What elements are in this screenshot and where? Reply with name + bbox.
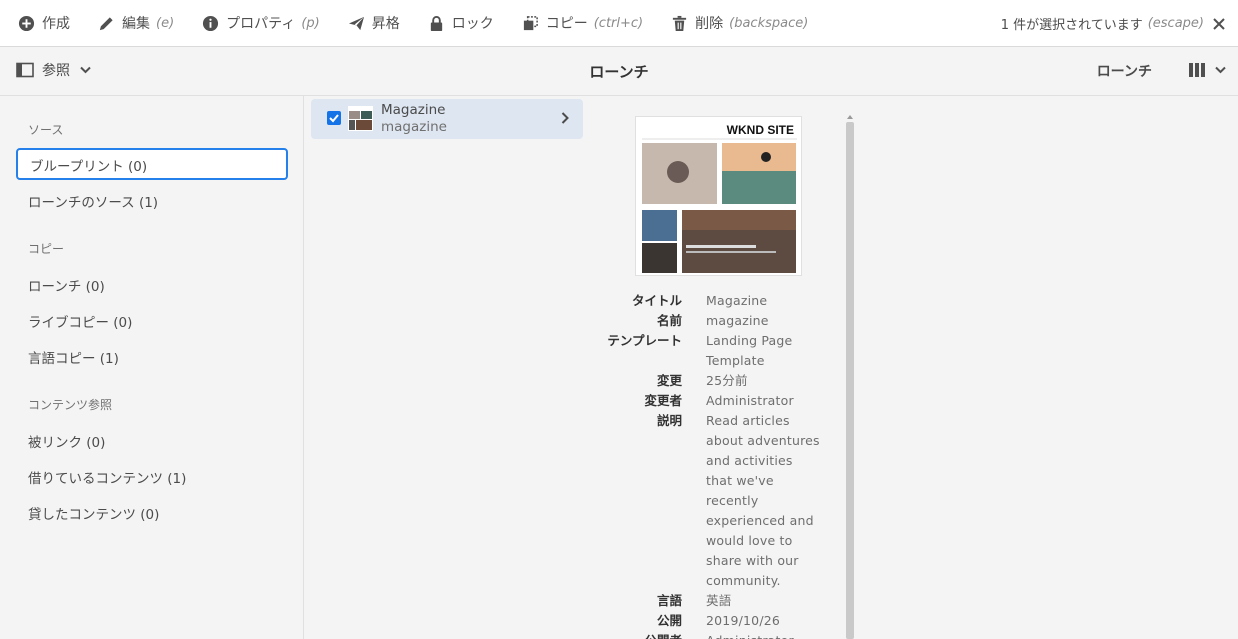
rail-item-borrowed-content[interactable]: 借りているコンテンツ (1) [28, 467, 186, 487]
plus-circle-icon [18, 15, 35, 31]
title-bar: 参照 ローンチ ローンチ [0, 47, 1238, 96]
metadata-label: タイトル [631, 293, 682, 308]
edit-button[interactable]: 編集 (e) [70, 0, 174, 47]
scroll-up-arrow-icon[interactable] [846, 113, 854, 121]
rail-item-launch-source[interactable]: ローンチのソース (1) [28, 191, 158, 211]
references-rail: ソース ブループリント (0) ローンチのソース (1) コピー ローンチ (0… [0, 96, 304, 639]
metadata-label: 公開者 [600, 631, 706, 639]
trash-icon [673, 15, 687, 31]
lock-icon [430, 15, 442, 31]
item-name: magazine [381, 119, 447, 135]
preview-logo-text: WKND SITE [727, 123, 794, 137]
page-title: ローンチ [589, 63, 649, 81]
metadata-row-description: 説明 Read articles about adventures and act… [600, 411, 846, 591]
send-icon [348, 16, 364, 30]
column-item-magazine[interactable]: Magazine magazine [311, 99, 583, 139]
metadata-value: Magazine [706, 293, 768, 308]
metadata-label: テンプレート [607, 333, 682, 348]
rail-heading-copy: コピー [28, 242, 65, 256]
delete-label: 削除 [695, 16, 724, 32]
launch-button[interactable]: ローンチ [1097, 61, 1152, 81]
rail-item-blueprint[interactable]: ブループリント (0) [16, 148, 288, 180]
scrollbar-thumb[interactable] [846, 122, 854, 639]
rail-item-language-copy[interactable]: 言語コピー (1) [28, 347, 119, 367]
metadata-value: Administrator [706, 631, 822, 639]
copy-label: コピー [545, 16, 588, 32]
metadata-row-name: 名前 magazine [600, 311, 846, 331]
metadata-value: 2019/10/26 [706, 613, 781, 628]
metadata-row-modified: 変更 25分前 [600, 371, 846, 391]
info-icon [203, 15, 219, 31]
metadata-value: Read articles about adventures and activ… [706, 413, 820, 588]
metadata-row-published-by: 公開者Administrator [600, 631, 846, 639]
chevron-right-icon [561, 112, 569, 124]
lock-label: ロック [451, 16, 494, 32]
rail-item-lent-content[interactable]: 貸したコンテンツ (0) [28, 503, 159, 523]
metadata-label: 言語 [656, 593, 682, 608]
metadata-value: Administrator [706, 393, 794, 408]
delete-button[interactable]: 削除 (backspace) [643, 0, 808, 47]
properties-label: プロパティ [226, 16, 296, 32]
pencil-icon [99, 16, 113, 30]
properties-shortcut: (p) [301, 15, 320, 31]
rail-item-backlinks[interactable]: 被リンク (0) [28, 431, 105, 451]
lock-button[interactable]: ロック [400, 0, 494, 47]
metadata-value: magazine [706, 313, 769, 328]
action-bar: 作成 編集 (e) プロパティ (p) 昇格 ロック コピー (ctrl+c) … [0, 0, 1238, 47]
metadata-label: 公開 [656, 613, 682, 628]
metadata-list: タイトル Magazine 名前 magazine テンプレート Landing Page… [600, 291, 846, 639]
item-thumbnail [348, 106, 373, 131]
metadata-label: 説明 [656, 413, 682, 428]
metadata-value: Landing Page Template [706, 333, 793, 368]
checkmark-icon [329, 114, 339, 123]
view-switcher[interactable] [1188, 62, 1226, 78]
item-title: Magazine [381, 102, 446, 118]
chevron-down-icon [1215, 66, 1226, 74]
item-checkbox[interactable] [327, 111, 341, 125]
metadata-row-modified-by: 変更者 Administrator [600, 391, 846, 411]
metadata-label: 変更 [656, 373, 682, 388]
metadata-label: 名前 [656, 313, 682, 328]
promote-label: 昇格 [371, 16, 400, 32]
selection-count-text: 1 件が選択されています [1000, 18, 1143, 33]
rail-heading-content-references: コンテンツ参照 [28, 398, 113, 412]
metadata-row-published: 公開 2019/10/26 [600, 611, 846, 631]
selection-info: 1 件が選択されています (escape) [1001, 0, 1226, 47]
create-label: 作成 [42, 16, 70, 32]
page-preview-image: WKND SITE [636, 117, 801, 275]
copy-button[interactable]: コピー (ctrl+c) [494, 0, 643, 47]
rail-heading-source: ソース [28, 123, 64, 137]
rail-item-launches[interactable]: ローンチ (0) [28, 275, 105, 295]
copy-icon [523, 15, 538, 30]
delete-shortcut: (backspace) [729, 15, 809, 31]
metadata-value: 25分前 [706, 373, 748, 388]
create-button[interactable]: 作成 [0, 0, 70, 47]
metadata-value: 英語 [706, 593, 732, 608]
preview-thumbnail: WKND SITE [635, 116, 802, 276]
properties-button[interactable]: プロパティ (p) [174, 0, 320, 47]
metadata-row-title: タイトル Magazine [600, 291, 846, 311]
metadata-row-language: 言語 英語 [600, 591, 846, 611]
metadata-label: 変更者 [644, 393, 682, 408]
edit-shortcut: (e) [156, 15, 175, 31]
close-icon[interactable] [1212, 17, 1226, 31]
copy-shortcut: (ctrl+c) [593, 15, 644, 31]
rail-item-livecopy[interactable]: ライブコピー (0) [28, 311, 132, 331]
promote-button[interactable]: 昇格 [320, 0, 400, 47]
edit-label: 編集 [122, 16, 150, 32]
metadata-row-template: テンプレート Landing Page Template [600, 331, 846, 371]
column-view-icon [1189, 63, 1205, 77]
selection-shortcut: (escape) [1147, 16, 1204, 31]
